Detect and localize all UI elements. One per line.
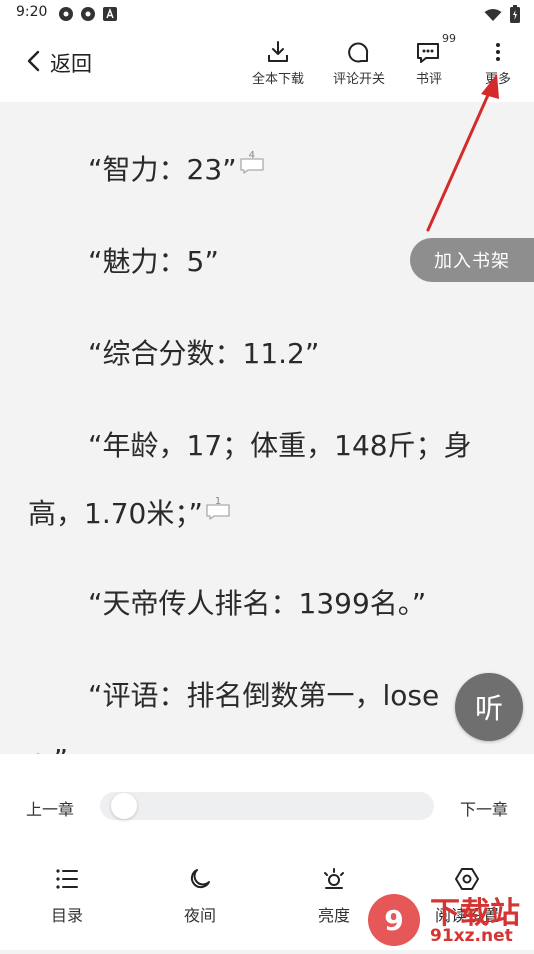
- paragraph-text: “评语：排名倒数第一，lose: [88, 679, 440, 712]
- back-label: 返回: [50, 52, 92, 76]
- paragraph-text: “魅力：5”: [88, 245, 219, 278]
- paragraph-text: r。”: [28, 743, 68, 754]
- comment-toggle-button[interactable]: 评论开关: [333, 36, 385, 87]
- add-to-shelf-button[interactable]: 加入书架: [410, 238, 534, 282]
- book-review-label: 书评: [416, 72, 443, 87]
- a-icon: [102, 6, 118, 22]
- chapter-progress-slider[interactable]: [100, 792, 434, 820]
- moon-icon: [189, 868, 211, 894]
- paragraph-comment-button[interactable]: 1: [205, 495, 231, 528]
- more-label: 更多: [485, 72, 512, 87]
- review-icon: 99: [416, 32, 456, 64]
- wifi-icon: [484, 7, 502, 26]
- comment-count: 4: [248, 149, 256, 161]
- more-vertical-icon: [486, 36, 510, 64]
- toc-label: 目录: [50, 906, 83, 925]
- paragraph-text: “年龄，17；体重，148斤；身: [88, 429, 472, 462]
- night-mode-label: 夜间: [183, 906, 216, 925]
- reading-content[interactable]: “智力：23” 4 “魅力：5” “综合分数：11.2” “年龄，17；体重，1…: [0, 102, 534, 754]
- paragraph: “智力：23” 4: [88, 148, 265, 188]
- progress-thumb[interactable]: [111, 793, 137, 819]
- status-time: 9:20: [16, 4, 48, 20]
- comment-toggle-label: 评论开关: [333, 72, 386, 87]
- paragraph-comment-button[interactable]: 4: [239, 149, 265, 182]
- back-button[interactable]: 返回: [26, 48, 92, 78]
- download-all-label: 全本下载: [252, 72, 305, 87]
- paragraph: “年龄，17；体重，148斤；身: [88, 424, 472, 464]
- toc-button[interactable]: 目录: [17, 868, 117, 926]
- download-icon: [266, 36, 290, 64]
- watermark-url: 91xz.net: [430, 926, 513, 946]
- paragraph: 高，1.70米；” 1: [28, 492, 231, 532]
- paragraph-text: 高，1.70米；”: [28, 497, 203, 530]
- paragraph-text: “综合分数：11.2”: [88, 337, 320, 370]
- prev-chapter-button[interactable]: 上一章: [26, 796, 74, 820]
- brightness-label: 亮度: [317, 906, 350, 925]
- review-count-badge: 99: [442, 32, 456, 45]
- comment-count: 1: [214, 495, 222, 507]
- paragraph: r。”: [28, 738, 68, 754]
- paragraph: “综合分数：11.2”: [88, 332, 319, 372]
- listen-button[interactable]: 听: [455, 673, 523, 741]
- chapter-progress-row: 上一章 下一章: [0, 792, 534, 822]
- next-chapter-button[interactable]: 下一章: [460, 796, 508, 820]
- more-button[interactable]: 更多: [485, 36, 511, 87]
- download-all-button[interactable]: 全本下载: [252, 36, 304, 87]
- status-notification-icons: [58, 6, 118, 22]
- chevron-left-icon: [26, 49, 42, 77]
- paragraph: “魅力：5”: [88, 240, 219, 280]
- svg-text:9: 9: [384, 904, 403, 937]
- comment-toggle-icon: [347, 36, 371, 64]
- night-mode-button[interactable]: 夜间: [150, 868, 250, 926]
- paragraph-text: “智力：23”: [88, 153, 237, 186]
- watermark-logo: 9 下载站 91xz.net: [360, 886, 534, 950]
- book-review-button[interactable]: 99 书评: [416, 32, 456, 87]
- paragraph-text: “天帝传人排名：1399名。”: [88, 587, 427, 620]
- brightness-icon: [322, 868, 346, 894]
- app-notification-icon: [80, 6, 96, 22]
- status-system-icons: [484, 5, 520, 27]
- paragraph: “评语：排名倒数第一，lose: [88, 674, 439, 714]
- app-notification-icon: [58, 6, 74, 22]
- status-bar: 9:20: [0, 0, 534, 28]
- battery-icon: [510, 5, 520, 27]
- list-icon: [55, 868, 79, 894]
- paragraph: “天帝传人排名：1399名。”: [88, 582, 426, 622]
- reader-toolbar: 返回 全本下载 评论开关 99 书评 更多: [0, 28, 534, 102]
